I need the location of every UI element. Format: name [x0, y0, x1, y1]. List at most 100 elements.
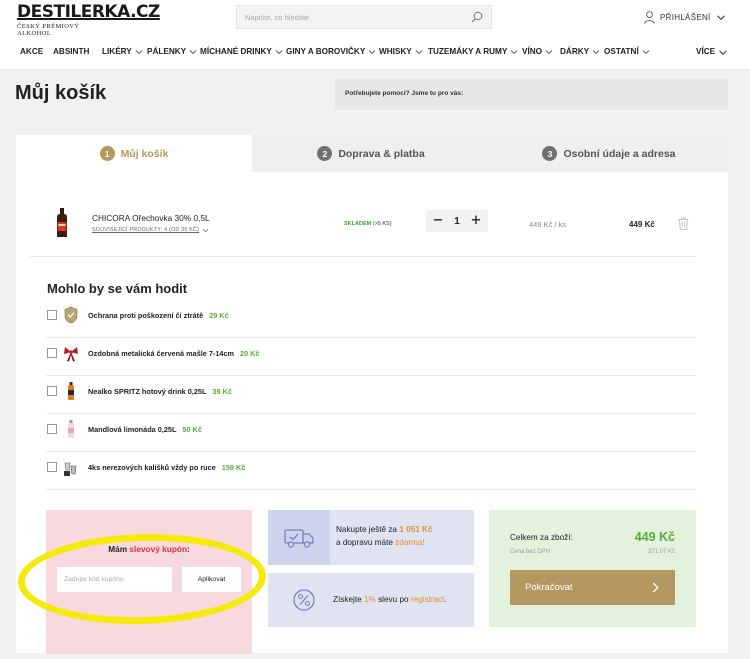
checkout-steps: 1 Můj košík 2 Doprava & platba 3 Osobní …	[16, 135, 728, 172]
suggestion-label: Ozdobná metalická červená mašle 7-14cm	[88, 349, 235, 358]
step-number: 1	[99, 146, 115, 161]
shipping-text-2: a dopravu máte	[336, 538, 396, 547]
nav-label: PÁLENKY	[147, 47, 187, 56]
nav-item-absinth[interactable]: ABSINTH	[53, 44, 89, 60]
percent-icon	[293, 589, 315, 611]
nav-item-ostatni[interactable]: OSTATNÍ	[604, 44, 650, 60]
suggestion-name[interactable]: Nealko SPRITZ hotový drink 0,25L 39 Kč	[88, 387, 232, 396]
shot-glasses-icon	[64, 462, 77, 476]
help-box: Potřebujete pomoci? Jsme tu pro vás:	[335, 79, 728, 110]
suggestions-title: Mohlo by se vám hodit	[47, 281, 188, 296]
discount-text-2: slevu po	[375, 595, 411, 604]
nav-item-likery[interactable]: LIKÉRY	[102, 44, 143, 60]
step-personal-details[interactable]: 3 Osobní údaje a adresa	[490, 135, 728, 172]
product-image[interactable]	[54, 208, 70, 238]
logo-wordmark: DESTILERKA.CZ	[17, 2, 160, 22]
chevron-down-icon	[592, 50, 600, 55]
continue-label: Pokračovat	[525, 582, 573, 593]
trash-icon[interactable]	[678, 217, 689, 230]
nav-item-akce[interactable]: AKCE	[20, 44, 43, 60]
decrease-quantity-button[interactable]: −	[432, 214, 444, 227]
suggestion-checkbox[interactable]	[47, 386, 57, 396]
order-summary: Celkem za zboží: 449 Kč Cena bez DPH 371…	[489, 510, 696, 627]
main-nav: AKCE ABSINTH LIKÉRY PÁLENKY MÍCHANÉ DRIN…	[0, 44, 750, 60]
nav-label: VÍNO	[522, 47, 543, 56]
quantity-value[interactable]: 1	[454, 216, 460, 227]
step-cart[interactable]: 1 Můj košík	[16, 135, 252, 172]
step-number: 3	[542, 146, 558, 161]
cart-item-row: CHICORA Ořechovka 30% 0,5L SOUVISEJÍCÍ P…	[30, 195, 696, 257]
page-title: Můj košík	[15, 82, 107, 104]
suggestion-price: 159 Kč	[221, 463, 246, 472]
nav-item-tuzemaky[interactable]: TUZEMÁKY A RUMY	[428, 44, 518, 60]
increase-quantity-button[interactable]: +	[470, 214, 482, 227]
quantity-stepper: − 1 +	[426, 210, 488, 232]
shipping-text-1: Nakupte ještě za	[336, 525, 400, 534]
suggestion-checkbox[interactable]	[47, 462, 57, 472]
suggestion-checkbox[interactable]	[47, 348, 57, 358]
suggestion-checkbox[interactable]	[47, 424, 57, 434]
search-icon[interactable]	[471, 11, 483, 23]
chevron-down-icon	[135, 50, 143, 55]
suggestion-price: 39 Kč	[212, 387, 232, 396]
chevron-down-icon	[368, 50, 376, 55]
registration-discount-box: Získejte 1% slevu po registraci.	[268, 573, 474, 627]
suggestion-name[interactable]: Mandlová limonáda 0,25L 50 Kč	[88, 425, 202, 434]
suggestion-item: 4ks nerezových kalíšků vždy po ruce 159 K…	[46, 452, 696, 490]
delivery-truck-icon	[268, 510, 330, 565]
nav-item-palenky[interactable]: PÁLENKY	[147, 44, 197, 60]
nav-item-michane-drinky[interactable]: MÍCHANÉ DRINKY	[200, 44, 283, 60]
nav-label: MÍCHANÉ DRINKY	[200, 47, 272, 56]
suggestion-name[interactable]: Ozdobná metalická červená mašle 7-14cm 20…	[88, 349, 260, 358]
subtotal-novat-label: Cena bez DPH	[510, 549, 551, 555]
nav-label: OSTATNÍ	[604, 47, 639, 56]
suggestion-name[interactable]: 4ks nerezových kalíšků vždy po ruce 159 K…	[88, 463, 245, 472]
chevron-down-icon	[189, 50, 197, 55]
step-shipping-payment[interactable]: 2 Doprava & platba	[252, 135, 490, 172]
nav-item-whisky[interactable]: WHISKY	[379, 44, 423, 60]
nav-label: ABSINTH	[53, 47, 90, 56]
shipping-free-label: zdarma!	[395, 538, 425, 547]
shield-icon	[64, 306, 78, 324]
chevron-down-icon	[716, 14, 725, 20]
nav-label: WHISKY	[379, 47, 412, 56]
nav-label: AKCE	[20, 47, 44, 56]
product-name-link[interactable]: CHICORA Ořechovka 30% 0,5L	[92, 213, 210, 223]
suggestion-checkbox[interactable]	[47, 310, 57, 320]
subtotal-novat-value: 371,07 Kč	[647, 549, 675, 555]
nav-item-giny[interactable]: GINY A BOROVIČKY	[286, 44, 376, 60]
discount-text: Získejte 1% slevu po registraci.	[333, 595, 446, 604]
step-number: 2	[317, 146, 333, 161]
step-label: Doprava & platba	[338, 147, 425, 160]
suggestion-item: Ozdobná metalická červená mašle 7-14cm 20…	[46, 338, 696, 376]
suggestion-item: Ochrana proti poškození či ztrátě 29 Kč	[46, 300, 696, 338]
free-shipping-box: Nakupte ještě za 1 051 Kč a dopravu máte…	[268, 510, 474, 565]
subtotal-label: Celkem za zboží:	[510, 533, 573, 542]
suggestion-name[interactable]: Ochrana proti poškození či ztrátě 29 Kč	[88, 311, 229, 320]
nav-label: TUZEMÁKY A RUMY	[428, 47, 508, 56]
nav-item-vino[interactable]: VÍNO	[522, 44, 553, 60]
login-button[interactable]: PŘIHLÁŠENÍ	[644, 9, 726, 25]
unit-price: 449 Kč / ks	[529, 220, 567, 229]
chevron-down-icon	[719, 49, 728, 55]
shipping-remaining-amount: 1 051 Kč	[399, 525, 433, 534]
suggestion-price: 20 Kč	[240, 349, 260, 358]
suggestion-label: 4ks nerezových kalíšků vždy po ruce	[88, 463, 216, 472]
nav-item-vice[interactable]: VÍCE	[696, 44, 728, 60]
related-label: SOUVISEJÍCÍ PRODUKTY: 4 (OD 35 KČ)	[92, 227, 200, 233]
chevron-down-icon	[642, 50, 650, 55]
nav-label: DÁRKY	[560, 47, 590, 56]
continue-button[interactable]: Pokračovat	[510, 570, 675, 605]
stock-status: SKLADEM (>5 KS)	[344, 221, 392, 227]
nav-item-darky[interactable]: DÁRKY	[560, 44, 600, 60]
discount-percent: 1%	[363, 595, 376, 604]
registration-link[interactable]: registraci	[411, 595, 444, 604]
suggestion-label: Ochrana proti poškození či ztrátě	[88, 311, 204, 320]
search-input[interactable]	[237, 6, 457, 28]
free-shipping-text: Nakupte ještě za 1 051 Kč a dopravu máte…	[336, 523, 433, 549]
logo-tagline: ČESKÝ PRÉMIOVÝ ALKOHOL	[17, 23, 80, 37]
related-products-toggle[interactable]: SOUVISEJÍCÍ PRODUKTY: 4 (OD 35 KČ)	[92, 227, 209, 233]
suggestion-label: Mandlová limonáda 0,25L	[88, 425, 177, 434]
suggestion-label: Nealko SPRITZ hotový drink 0,25L	[88, 387, 207, 396]
site-logo[interactable]: DESTILERKA.CZ ČESKÝ PRÉMIOVÝ ALKOHOL	[17, 2, 160, 37]
